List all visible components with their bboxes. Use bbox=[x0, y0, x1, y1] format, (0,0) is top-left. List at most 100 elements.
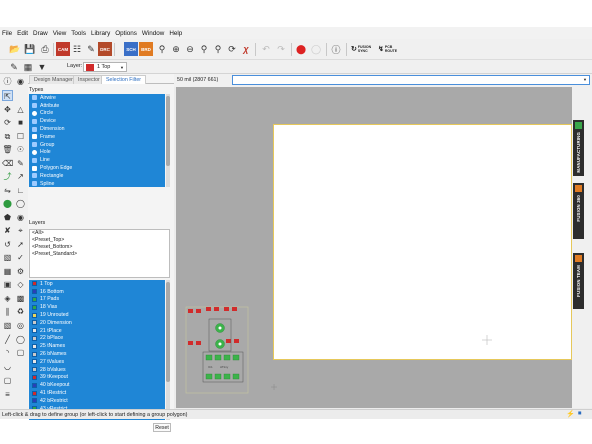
type-item[interactable]: Device bbox=[29, 117, 165, 125]
types-list[interactable]: Airwire Attribute Circle Device Dimension Fra… bbox=[29, 94, 165, 187]
manufacturing-tab[interactable]: MANUFACTURING bbox=[573, 120, 584, 176]
via-icon[interactable]: ◉ bbox=[15, 212, 26, 223]
menu-tools[interactable]: Tools bbox=[71, 30, 86, 37]
fusion-team-tab[interactable]: FUSION TEAM bbox=[573, 253, 584, 309]
menu-window[interactable]: Window bbox=[142, 30, 164, 37]
zoom-fit-icon[interactable]: ⚲ bbox=[155, 42, 169, 56]
type-item[interactable]: Line bbox=[29, 156, 165, 164]
smash-icon[interactable]: ▧ bbox=[2, 252, 13, 263]
type-item[interactable]: Rectangle bbox=[29, 172, 165, 180]
zoom-out-icon[interactable]: ⊖ bbox=[183, 42, 197, 56]
layer-item[interactable]: 39 tKeepout bbox=[29, 374, 165, 382]
autorouter-icon[interactable]: ⇋ bbox=[2, 185, 13, 196]
mirror-icon[interactable]: △ bbox=[15, 104, 26, 115]
pin-swap-icon[interactable]: ▦ bbox=[2, 266, 13, 277]
add-icon[interactable]: ☉ bbox=[15, 144, 26, 155]
wire-icon[interactable]: ╱ bbox=[2, 334, 13, 345]
preset-item[interactable]: <All> bbox=[30, 230, 169, 237]
paste-icon[interactable]: ☐ bbox=[15, 131, 26, 142]
zoom-in-icon[interactable]: ⊕ bbox=[169, 42, 183, 56]
preset-item[interactable]: <Preset_Top> bbox=[30, 237, 169, 244]
fusion-sync-button[interactable]: ↻ FUSION SYNC bbox=[351, 45, 375, 53]
type-item[interactable]: Group bbox=[29, 141, 165, 149]
grid-icon[interactable]: ▦ bbox=[21, 60, 35, 74]
brd-switch-icon[interactable]: BRD bbox=[139, 42, 153, 56]
type-item[interactable]: Hole bbox=[29, 149, 165, 157]
ratsnest-icon[interactable]: ◯ bbox=[15, 198, 26, 209]
ripup-icon[interactable]: ↗ bbox=[15, 171, 26, 182]
layer-item[interactable]: 27 tValues bbox=[29, 358, 165, 366]
split-icon[interactable]: ↺ bbox=[2, 239, 13, 250]
layer-item[interactable]: 18 Vias bbox=[29, 303, 165, 311]
preset-item[interactable]: <Preset_Standard> bbox=[30, 251, 169, 258]
go-icon[interactable]: ◯ bbox=[309, 42, 323, 56]
menu-draw[interactable]: Draw bbox=[33, 30, 48, 37]
arc-icon[interactable]: ◝ bbox=[2, 347, 13, 358]
rectangle-icon[interactable]: ◯ bbox=[15, 334, 26, 345]
layer-item[interactable]: 26 bNames bbox=[29, 350, 165, 358]
layers-scrollbar[interactable] bbox=[166, 280, 170, 420]
type-item[interactable]: Frame bbox=[29, 133, 165, 141]
optimize-icon[interactable]: ◈ bbox=[2, 293, 13, 304]
help-icon[interactable]: ⓘ bbox=[329, 42, 343, 56]
gate-swap-icon[interactable]: ▣ bbox=[2, 279, 13, 290]
miter-icon[interactable]: ∟ bbox=[15, 185, 26, 196]
menu-edit[interactable]: Edit bbox=[17, 30, 28, 37]
menu-view[interactable]: View bbox=[53, 30, 67, 37]
cam-icon[interactable]: CAM bbox=[56, 42, 70, 56]
type-item[interactable]: Dimension bbox=[29, 125, 165, 133]
command-line-input[interactable]: ▼ bbox=[232, 75, 590, 85]
board-canvas[interactable]: IC1 ATtiny bbox=[176, 87, 572, 408]
circle-icon[interactable]: ▢ bbox=[15, 347, 26, 358]
script-icon[interactable]: ✎ bbox=[84, 42, 98, 56]
polygon-icon[interactable]: ⬤ bbox=[2, 198, 13, 209]
arc-draw-icon[interactable]: ◡ bbox=[2, 361, 13, 372]
save-icon[interactable]: 💾 bbox=[23, 42, 37, 56]
drc-icon[interactable]: DRC bbox=[98, 42, 112, 56]
zoom-previous-icon[interactable]: ⚲ bbox=[211, 42, 225, 56]
ulp-icon[interactable]: ☷ bbox=[70, 42, 84, 56]
lightning-icon[interactable]: ⚡ bbox=[566, 410, 575, 418]
type-item[interactable]: Attribute bbox=[29, 102, 165, 110]
replace-icon[interactable]: ◇ bbox=[15, 279, 26, 290]
layer-item[interactable]: 28 bValues bbox=[29, 366, 165, 374]
filter-icon[interactable]: ▼ bbox=[35, 60, 49, 74]
layer-item[interactable]: 22 bPlace bbox=[29, 335, 165, 343]
reset-button[interactable]: Reset bbox=[153, 423, 171, 432]
name-icon[interactable]: ⌫ bbox=[2, 158, 13, 169]
stop-command-icon[interactable]: ⏹ bbox=[578, 410, 582, 418]
hole-icon[interactable]: ⌖ bbox=[15, 225, 26, 236]
layer-item[interactable]: 41 tRestrict bbox=[29, 389, 165, 397]
stop-icon[interactable]: ⬤ bbox=[294, 42, 308, 56]
layer-item[interactable]: 17 Pads bbox=[29, 296, 165, 304]
layer-item[interactable]: 20 Dimension bbox=[29, 319, 165, 327]
dimension-icon[interactable]: ◎ bbox=[15, 320, 26, 331]
layer-select[interactable]: 1 Top ▼ bbox=[83, 62, 127, 72]
layer-item[interactable]: 16 Bottom bbox=[29, 288, 165, 296]
misc-icon[interactable]: ≡ bbox=[2, 389, 13, 400]
align-icon[interactable]: ■ bbox=[15, 117, 26, 128]
move-icon[interactable]: ✥ bbox=[2, 104, 13, 115]
tab-selection-filter[interactable]: Selection Filter bbox=[101, 75, 147, 84]
layer-item[interactable]: 42 bRestrict bbox=[29, 397, 165, 405]
change-icon[interactable]: ⚙ bbox=[15, 266, 26, 277]
zoom-select-icon[interactable]: ⚲ bbox=[197, 42, 211, 56]
menu-library[interactable]: Library bbox=[91, 30, 110, 37]
type-item[interactable]: Polygon Edge bbox=[29, 164, 165, 172]
group-icon[interactable]: ⇱ bbox=[2, 90, 13, 101]
copy-icon[interactable]: ⧉ bbox=[2, 131, 13, 142]
frame-icon[interactable]: ▢ bbox=[2, 375, 13, 386]
layers-list[interactable]: 1 Top 16 Bottom 17 Pads 18 Vias 19 Unrouted 2… bbox=[29, 280, 165, 420]
layer-item[interactable]: 40 bKeepout bbox=[29, 381, 165, 389]
polygon-draw-icon[interactable]: ⬟ bbox=[2, 212, 13, 223]
fusion-360-tab[interactable]: FUSION 360 bbox=[573, 183, 584, 239]
meander-icon[interactable]: ∥ bbox=[2, 306, 13, 317]
layer-item[interactable]: 25 tNames bbox=[29, 342, 165, 350]
type-item[interactable]: Spline bbox=[29, 180, 165, 187]
open-icon[interactable]: 📂 bbox=[8, 42, 22, 56]
function-icon[interactable]: χ bbox=[239, 42, 253, 56]
type-item[interactable]: Circle bbox=[29, 110, 165, 118]
route-icon[interactable]: ⤴ bbox=[2, 171, 13, 182]
sch-switch-icon[interactable]: SCH bbox=[124, 42, 138, 56]
pcb-route-button[interactable]: ↯ PCB ROUTE bbox=[378, 45, 404, 53]
